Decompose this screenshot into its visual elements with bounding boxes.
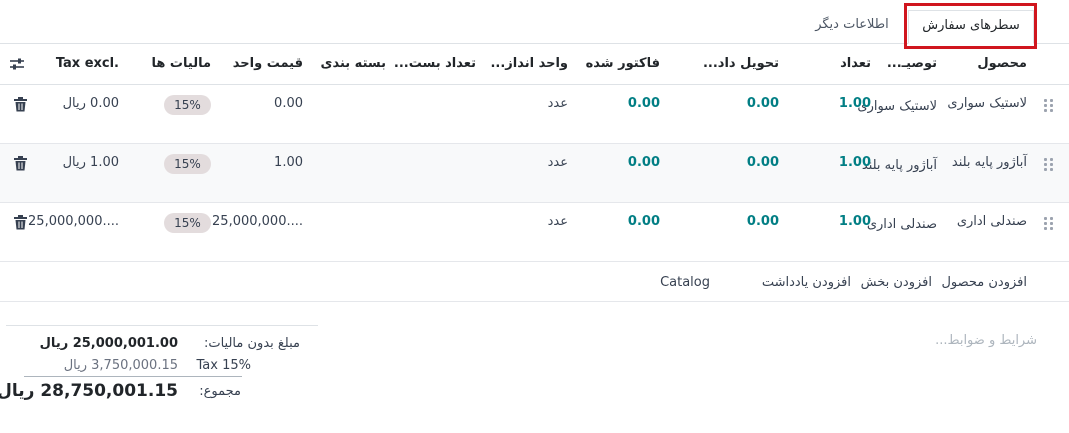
tab-order-lines-label: سطرهای سفارش <box>922 18 1020 33</box>
cell-invoiced: 0.00 <box>627 155 660 170</box>
cell-subtotal: 0.00 ریال <box>62 96 119 111</box>
tab-other-info-label: اطلاعات دیگر <box>815 17 889 32</box>
table-row[interactable]: صندلی اداری صندلی اداری 1.00 0.00 0.00 ع… <box>0 203 1069 262</box>
sliders-icon[interactable] <box>9 57 25 71</box>
grand-total-value: 28,750,001.15 ریال <box>0 381 178 401</box>
column-header-unit-price[interactable]: قیمت واحد <box>233 56 303 71</box>
cell-unit-price[interactable]: 1.00 <box>274 155 303 170</box>
totals-divider <box>6 325 318 326</box>
untaxed-amount-label: مبلغ بدون مالیات: <box>203 336 300 351</box>
table-row[interactable]: لاستیک سواری لاستیک سواری 1.00 0.00 0.00… <box>0 85 1069 144</box>
drag-handle-icon[interactable] <box>1043 157 1055 171</box>
cell-quantity[interactable]: 1.00 <box>839 96 871 111</box>
column-header-tax-excl[interactable]: Tax excl. <box>56 56 119 71</box>
add-line-actions: افزودن محصول افزودن بخش افزودن یادداشت C… <box>0 262 1069 302</box>
add-note-link[interactable]: افزودن یادداشت <box>762 275 851 290</box>
grand-total-label: مجموع: <box>199 384 241 399</box>
terms-conditions-field[interactable]: شرایط و ضوابط... <box>935 333 1037 348</box>
cell-product[interactable]: آباژور پایه بلند <box>952 155 1027 170</box>
drag-handle-icon[interactable] <box>1043 216 1055 230</box>
column-header-description[interactable]: توصیـ... <box>887 56 937 71</box>
tax-badge[interactable]: 15% <box>164 154 211 174</box>
trash-icon[interactable] <box>14 156 27 171</box>
notebook-tabs: سطرهای سفارش اطلاعات دیگر <box>0 0 1069 44</box>
tax-amount-value: 3,750,000.15 ریال <box>63 358 178 373</box>
tax-badge[interactable]: 15% <box>164 213 211 233</box>
column-header-delivered[interactable]: تحویل داد... <box>703 56 779 71</box>
cell-subtotal: 25,000,000.... <box>28 214 119 229</box>
column-header-quantity[interactable]: تعداد <box>840 56 871 71</box>
cell-unit-price[interactable]: 25,000,000.... <box>212 214 303 229</box>
cell-unit-price[interactable]: 0.00 <box>274 96 303 111</box>
cell-uom[interactable]: عدد <box>548 155 568 170</box>
untaxed-amount-value: 25,000,001.00 ریال <box>39 336 178 351</box>
tax-badge[interactable]: 15% <box>164 95 211 115</box>
column-header-package-qty[interactable]: تعداد بست... <box>394 56 476 71</box>
cell-uom[interactable]: عدد <box>548 96 568 111</box>
grand-total-divider <box>24 376 242 377</box>
drag-handle-icon[interactable] <box>1043 98 1055 112</box>
cell-product[interactable]: لاستیک سواری <box>947 96 1027 111</box>
tab-order-lines[interactable]: سطرهای سفارش <box>908 10 1034 44</box>
add-section-link[interactable]: افزودن بخش <box>861 275 932 290</box>
cell-invoiced: 0.00 <box>627 96 660 111</box>
table-row[interactable]: آباژور پایه بلند آباژور پایه بلند 1.00 0… <box>0 144 1069 203</box>
cell-subtotal: 1.00 ریال <box>62 155 119 170</box>
cell-quantity[interactable]: 1.00 <box>839 155 871 170</box>
tab-other-info[interactable]: اطلاعات دیگر <box>800 10 904 44</box>
trash-icon[interactable] <box>14 97 27 112</box>
tax-amount-label: Tax 15% <box>196 358 251 373</box>
column-header-product[interactable]: محصول <box>977 56 1027 71</box>
cell-quantity[interactable]: 1.00 <box>839 214 871 229</box>
order-lines-header: محصول توصیـ... تعداد تحویل داد... فاکتور… <box>0 44 1069 85</box>
cell-product[interactable]: صندلی اداری <box>957 214 1027 229</box>
column-header-packaging[interactable]: بسته بندی <box>321 56 386 71</box>
cell-uom[interactable]: عدد <box>548 214 568 229</box>
trash-icon[interactable] <box>14 215 27 230</box>
column-header-taxes[interactable]: مالیات ها <box>152 56 211 71</box>
add-product-link[interactable]: افزودن محصول <box>941 275 1027 290</box>
catalog-link[interactable]: Catalog <box>660 275 710 290</box>
cell-invoiced: 0.00 <box>627 214 660 229</box>
cell-delivered: 0.00 <box>746 96 779 111</box>
cell-delivered: 0.00 <box>746 214 779 229</box>
column-header-uom[interactable]: واحد انداز... <box>490 56 568 71</box>
cell-delivered: 0.00 <box>746 155 779 170</box>
column-header-invoiced[interactable]: فاکتور شده <box>586 56 660 71</box>
